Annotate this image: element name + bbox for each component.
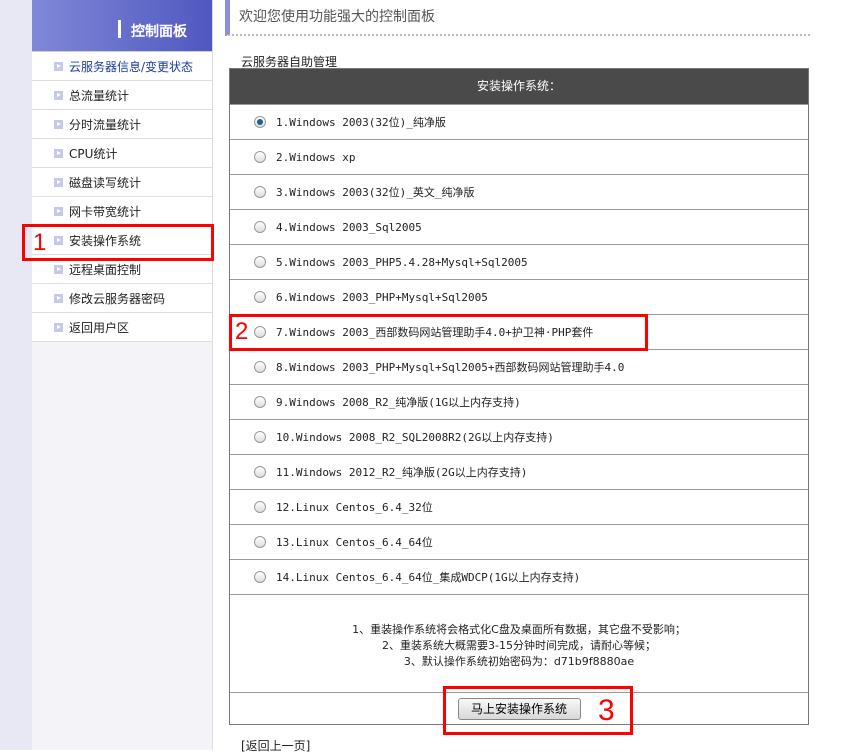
annotation-number-1: 1 [33,229,47,256]
note: 1、重装操作系统将会格式化C盘及桌面所有数据，其它盘不受影响； [352,623,686,636]
bullet-icon [54,177,63,187]
main: 欢迎您使用功能强大的控制面板 云服务器自助管理 安装操作系统： 1.Window… [225,0,810,753]
welcome-title: 欢迎您使用功能强大的控制面板 [225,0,810,36]
sidebar-item-label: 云服务器信息/变更状态 [69,59,194,74]
back-link[interactable]: [返回上一页] [241,737,310,754]
header-bar [118,20,121,38]
os-option-row[interactable]: 13.Linux Centos_6.4_64位 [230,524,808,559]
bullet-icon [54,148,63,158]
sidebar-item[interactable]: 磁盘读写统计 [32,168,212,197]
note: 2、重装系统大概需要3-15分钟时间完成，请耐心等候； [382,639,656,652]
os-radio[interactable] [254,431,266,443]
os-option-label: 3.Windows 2003(32位)_英文_纯净版 [276,186,475,199]
sidebar-item[interactable]: 修改云服务器密码 [32,284,212,313]
sidebar-item-label: 远程桌面控制 [69,262,142,277]
os-option-label: 14.Linux Centos_6.4_64位_集成WDCP(1G以上内存支持) [276,571,581,584]
sidebar-title: 控制面板 [131,24,187,40]
os-option-label: 5.Windows 2003_PHP5.4.28+Mysql+Sql2005 [276,255,528,269]
os-option-row[interactable]: 1.Windows 2003(32位)_纯净版 [230,104,808,139]
os-radio[interactable] [254,221,266,233]
os-radio[interactable] [254,466,266,478]
os-option-label: 9.Windows 2008_R2_纯净版(1G以上内存支持) [276,396,521,409]
os-option-row[interactable]: 9.Windows 2008_R2_纯净版(1G以上内存支持) [230,384,808,419]
os-option-row[interactable]: 10.Windows 2008_R2_SQL2008R2(2G以上内存支持) [230,419,808,454]
sidebar-item[interactable]: 网卡带宽统计 [32,197,212,226]
os-radio[interactable] [254,291,266,303]
annotation-number-3: 3 [598,694,615,727]
os-radio[interactable] [254,256,266,268]
sidebar-item-label: CPU统计 [69,146,118,161]
bullet-icon [54,61,63,71]
os-option-row[interactable]: 12.Linux Centos_6.4_32位 [230,489,808,524]
sidebar-item[interactable]: 返回用户区 [32,313,212,342]
os-radio[interactable] [254,186,266,198]
left-strip [0,0,32,750]
sidebar-item-label: 分时流量统计 [69,117,142,132]
os-option-label: 11.Windows 2012_R2_纯净版(2G以上内存支持) [276,466,528,479]
notes: 1、重装操作系统将会格式化C盘及桌面所有数据，其它盘不受影响； 2、重装系统大概… [230,594,808,692]
sidebar-item[interactable]: 分时流量统计 [32,110,212,139]
os-option-row[interactable]: 14.Linux Centos_6.4_64位_集成WDCP(1G以上内存支持) [230,559,808,594]
sidebar-item-label: 返回用户区 [69,320,130,335]
os-option-row[interactable]: 4.Windows 2003_Sql2005 [230,209,808,244]
bullet-icon [54,119,63,129]
annotation-box-1 [22,224,214,261]
os-table: 安装操作系统： 1.Windows 2003(32位)_纯净版 2.Windows… [229,68,809,725]
note: 3、默认操作系统初始密码为：d71b9f8880ae [403,655,635,668]
os-option-label: 10.Windows 2008_R2_SQL2008R2(2G以上内存支持) [276,431,554,444]
os-option-label: 12.Linux Centos_6.4_32位 [276,501,433,514]
annotation-number-2: 2 [235,318,249,345]
os-option-label: 1.Windows 2003(32位)_纯净版 [276,116,446,129]
sidebar-item[interactable]: 总流量统计 [32,81,212,110]
bullet-icon [54,206,63,216]
annotation-box-2 [229,314,648,351]
os-option-label: 4.Windows 2003_Sql2005 [276,220,422,234]
os-option-row[interactable]: 8.Windows 2003_PHP+Mysql+Sql2005+西部数码网站管… [230,349,808,384]
os-option-label: 13.Linux Centos_6.4_64位 [276,536,433,549]
os-option-label: 2.Windows xp [276,150,356,164]
bullet-icon [54,293,63,303]
os-option-label: 6.Windows 2003_PHP+Mysql+Sql2005 [276,290,488,304]
os-option-row[interactable]: 6.Windows 2003_PHP+Mysql+Sql2005 [230,279,808,314]
os-option-row[interactable]: 2.Windows xp [230,139,808,174]
os-option-row[interactable]: 5.Windows 2003_PHP5.4.28+Mysql+Sql2005 [230,244,808,279]
sidebar-item[interactable]: CPU统计 [32,139,212,168]
sidebar-item[interactable]: 云服务器信息/变更状态 [32,52,212,81]
os-radio[interactable] [254,571,266,583]
bullet-icon [54,264,63,274]
sidebar-item-label: 修改云服务器密码 [69,291,166,306]
os-radio[interactable] [254,116,266,128]
os-option-row[interactable]: 11.Windows 2012_R2_纯净版(2G以上内存支持) [230,454,808,489]
bullet-icon [54,322,63,332]
os-option-label: 8.Windows 2003_PHP+Mysql+Sql2005+西部数码网站管… [276,361,625,374]
sidebar-item-label: 网卡带宽统计 [69,204,142,219]
sidebar-item-label: 磁盘读写统计 [69,175,142,190]
table-header: 安装操作系统： [230,69,808,104]
bullet-icon [54,90,63,100]
os-radio[interactable] [254,501,266,513]
sidebar-header: 控制面板 [32,0,212,52]
os-radio[interactable] [254,151,266,163]
os-radio[interactable] [254,361,266,373]
os-radio[interactable] [254,536,266,548]
os-radio[interactable] [254,396,266,408]
sidebar-item-label: 总流量统计 [69,88,130,103]
os-option-row[interactable]: 3.Windows 2003(32位)_英文_纯净版 [230,174,808,209]
sidebar: 控制面板 云服务器信息/变更状态 总流量统计分时流量统计 CPU统计磁盘读写统计 网卡… [32,0,213,750]
